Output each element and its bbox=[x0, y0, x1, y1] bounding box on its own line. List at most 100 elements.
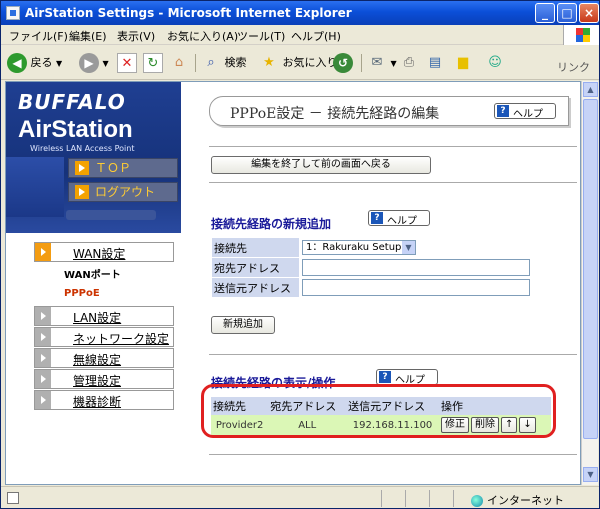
sidebar-item-wan[interactable]: WAN設定 bbox=[34, 242, 174, 262]
help-button[interactable]: ? ヘルプ bbox=[368, 210, 430, 227]
sidebar-item-label: WAN設定 bbox=[73, 247, 126, 261]
nav-logout-button[interactable]: ログアウト bbox=[68, 182, 178, 202]
toolbar-separator bbox=[195, 54, 196, 72]
arrow-bullet-icon bbox=[35, 307, 51, 325]
question-icon: ? bbox=[371, 212, 383, 224]
sidebar-item-network[interactable]: ネットワーク設定 bbox=[34, 327, 174, 347]
toolbar-separator bbox=[361, 54, 362, 72]
favorites-button[interactable]: ★ お気に入り bbox=[259, 51, 338, 75]
refresh-icon: ↻ bbox=[143, 53, 163, 73]
edit-icon: ▤ bbox=[428, 55, 442, 70]
sidebar-item-label: 管理設定 bbox=[73, 374, 122, 388]
src-address-input[interactable] bbox=[302, 279, 530, 296]
sidebar-item-wireless[interactable]: 無線設定 bbox=[34, 348, 174, 368]
page-icon bbox=[7, 492, 19, 504]
help-button[interactable]: ? ヘルプ bbox=[494, 103, 556, 120]
stop-icon: ✕ bbox=[117, 53, 137, 73]
edit-page-button[interactable]: ▤ bbox=[425, 51, 445, 75]
sidebar-item-diagnostics[interactable]: 機器診断 bbox=[34, 390, 174, 410]
status-divider bbox=[381, 490, 382, 507]
menu-tools[interactable]: ツール(T) bbox=[237, 28, 285, 44]
discuss-button[interactable]: ▆ bbox=[453, 51, 473, 75]
history-button[interactable]: ↺ bbox=[333, 51, 353, 75]
window-title: AirStation Settings - Microsoft Internet… bbox=[25, 6, 352, 20]
minimize-button[interactable]: _ bbox=[535, 3, 555, 23]
arrow-bullet-icon bbox=[75, 185, 89, 199]
connection-select-value: 1：Rakuraku Setup bbox=[306, 242, 402, 253]
vertical-scrollbar[interactable]: ▲ ▼ bbox=[581, 81, 598, 485]
ie-app-icon bbox=[6, 6, 20, 20]
arrow-bullet-icon bbox=[35, 370, 51, 388]
arrow-bullet-icon bbox=[35, 349, 51, 367]
back-label: 戻る bbox=[30, 56, 53, 69]
menu-edit[interactable]: 編集(E) bbox=[69, 28, 107, 44]
dest-address-label: 宛先アドレス bbox=[211, 257, 300, 278]
mail-button[interactable]: ✉ ▼ bbox=[367, 51, 397, 75]
status-divider bbox=[453, 490, 454, 507]
new-route-title: 接続先経路の新規追加 bbox=[211, 217, 332, 231]
star-icon: ★ bbox=[263, 55, 275, 70]
stop-button[interactable]: ✕ bbox=[117, 51, 137, 75]
help-button[interactable]: ? ヘルプ bbox=[376, 369, 438, 386]
arrow-bullet-icon bbox=[35, 391, 51, 409]
toolbar: ◀ 戻る ▼ ▶ ▼ ✕ ↻ ⌂ ⌕ 検索 ★ お気に入り ↺ ✉ ▼ ⎙ ▤ … bbox=[1, 46, 599, 80]
scroll-thumb[interactable] bbox=[583, 99, 598, 439]
back-to-previous-button[interactable]: 編集を終了して前の画面へ戻る bbox=[211, 156, 431, 174]
sidebar-item-label: 機器診断 bbox=[73, 395, 122, 409]
menu-help[interactable]: ヘルプ(H) bbox=[291, 28, 341, 44]
chevron-down-icon[interactable]: ▼ bbox=[402, 241, 415, 254]
links-label[interactable]: リンク bbox=[557, 59, 590, 75]
highlight-annotation bbox=[201, 384, 556, 438]
forward-arrow-icon: ▶ bbox=[79, 53, 99, 73]
sidebar-sub-wanport[interactable]: WANポート bbox=[64, 266, 121, 281]
nav-top-button[interactable]: ＴＯＰ bbox=[68, 158, 178, 178]
home-button[interactable]: ⌂ bbox=[169, 51, 189, 75]
globe-icon bbox=[471, 495, 483, 507]
refresh-button[interactable]: ↻ bbox=[143, 51, 163, 75]
windows-flag-icon bbox=[576, 28, 590, 42]
home-icon: ⌂ bbox=[174, 55, 184, 70]
sidebar-sub-pppoe[interactable]: PPPoE bbox=[64, 288, 100, 299]
close-button[interactable]: × bbox=[579, 3, 599, 23]
dest-address-input[interactable] bbox=[302, 259, 530, 276]
favorites-label: お気に入り bbox=[282, 56, 338, 69]
scroll-up-icon[interactable]: ▲ bbox=[583, 82, 598, 97]
divider bbox=[209, 454, 577, 455]
arrow-bullet-icon bbox=[35, 243, 51, 261]
status-divider bbox=[405, 490, 406, 507]
device-name-bar bbox=[66, 210, 156, 220]
new-route-form: 接続先 1：Rakuraku Setup ▼ 宛先アドレス 送信元アドレス bbox=[211, 237, 536, 298]
sidebar-item-lan[interactable]: LAN設定 bbox=[34, 306, 174, 326]
maximize-button[interactable]: □ bbox=[557, 3, 577, 23]
forward-button[interactable]: ▶ ▼ bbox=[79, 51, 109, 75]
scroll-down-icon[interactable]: ▼ bbox=[583, 467, 598, 482]
back-button[interactable]: ◀ 戻る ▼ bbox=[7, 51, 62, 75]
main-panel: PPPoE設定 － 接続先経路の編集 ? ヘルプ 編集を終了して前の画面へ戻る … bbox=[181, 82, 580, 484]
help-label: ヘルプ bbox=[387, 216, 417, 227]
page-content: BUFFALO AirStation Wireless LAN Access P… bbox=[5, 81, 581, 485]
menu-view[interactable]: 表示(V) bbox=[117, 28, 155, 44]
connection-label: 接続先 bbox=[211, 237, 300, 258]
sidebar-item-admin[interactable]: 管理設定 bbox=[34, 369, 174, 389]
arrow-bullet-icon bbox=[75, 161, 89, 175]
menu-file[interactable]: ファイル(F) bbox=[9, 28, 68, 44]
title-bar: AirStation Settings - Microsoft Internet… bbox=[1, 1, 599, 25]
brand-stripe bbox=[6, 157, 64, 217]
menu-favorites[interactable]: お気に入り(A) bbox=[167, 28, 238, 44]
print-button[interactable]: ⎙ bbox=[399, 51, 419, 75]
page-title: PPPoE設定 － 接続先経路の編集 bbox=[230, 106, 440, 122]
sidebar: BUFFALO AirStation Wireless LAN Access P… bbox=[6, 82, 181, 484]
src-address-label: 送信元アドレス bbox=[211, 277, 300, 298]
search-button[interactable]: ⌕ 検索 bbox=[201, 51, 246, 75]
help-label: ヘルプ bbox=[513, 109, 543, 120]
browser-window: AirStation Settings - Microsoft Internet… bbox=[0, 0, 600, 509]
add-new-button[interactable]: 新規追加 bbox=[211, 316, 275, 334]
back-dropdown-icon[interactable]: ▼ bbox=[56, 59, 62, 68]
mail-dropdown-icon[interactable]: ▼ bbox=[391, 59, 397, 68]
question-icon: ? bbox=[497, 105, 509, 117]
divider bbox=[209, 146, 577, 147]
back-arrow-icon: ◀ bbox=[7, 53, 27, 73]
connection-select[interactable]: 1：Rakuraku Setup ▼ bbox=[302, 240, 416, 255]
messenger-button[interactable]: ☺ bbox=[485, 51, 505, 75]
forward-dropdown-icon[interactable]: ▼ bbox=[103, 59, 109, 68]
